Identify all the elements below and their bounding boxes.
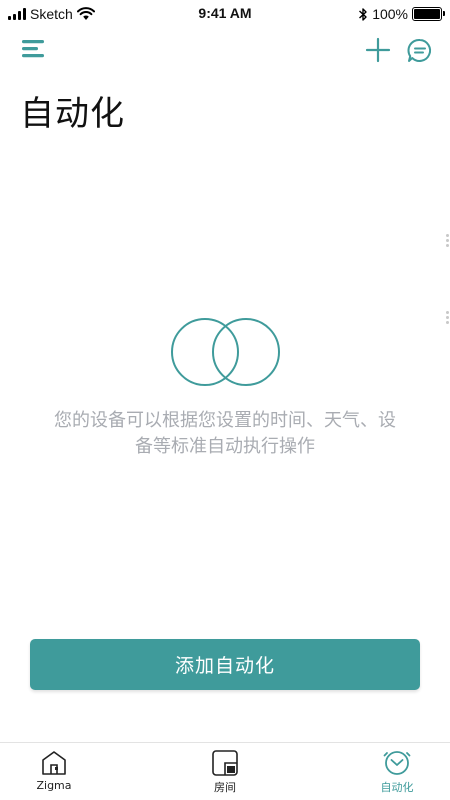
automation-clock-icon <box>383 751 411 775</box>
empty-state-text: 您的设备可以根据您设置的时间、天气、设 备等标准自动执行操作 <box>30 408 420 460</box>
tab-automation[interactable]: 自动化 <box>352 749 442 799</box>
menu-button[interactable] <box>20 36 48 62</box>
overlapping-circles-icon <box>171 318 280 386</box>
battery-icon <box>412 7 445 21</box>
room-icon <box>212 750 238 776</box>
tab-zigma[interactable]: Zigma <box>9 749 99 799</box>
tab-rooms[interactable]: 房间 <box>180 749 270 799</box>
empty-state-line-2: 备等标准自动执行操作 <box>135 436 315 457</box>
home-icon <box>42 751 66 775</box>
empty-state-line-1: 您的设备可以根据您设置的时间、天气、设 <box>54 410 396 431</box>
edge-decoration <box>444 232 450 326</box>
tab-rooms-label: 房间 <box>214 781 236 794</box>
menu-icon <box>22 40 44 58</box>
add-button[interactable] <box>364 36 392 64</box>
tab-zigma-label: Zigma <box>36 779 72 792</box>
plus-icon <box>365 37 391 63</box>
bluetooth-icon <box>359 7 367 21</box>
top-bar <box>0 30 450 70</box>
tab-automation-label: 自动化 <box>380 781 414 794</box>
message-icon <box>407 38 432 62</box>
add-automation-button[interactable]: 添加自动化 <box>30 639 420 690</box>
page-title: 自动化 <box>20 94 125 134</box>
empty-state-illustration <box>170 316 282 390</box>
status-right: 100% <box>358 5 445 23</box>
status-bar: Sketch 9:41 AM 100% <box>0 0 450 28</box>
tab-bar: Zigma 房间 自动化 <box>0 742 450 800</box>
battery-percent: 100% <box>372 6 408 22</box>
message-button[interactable] <box>405 36 435 66</box>
